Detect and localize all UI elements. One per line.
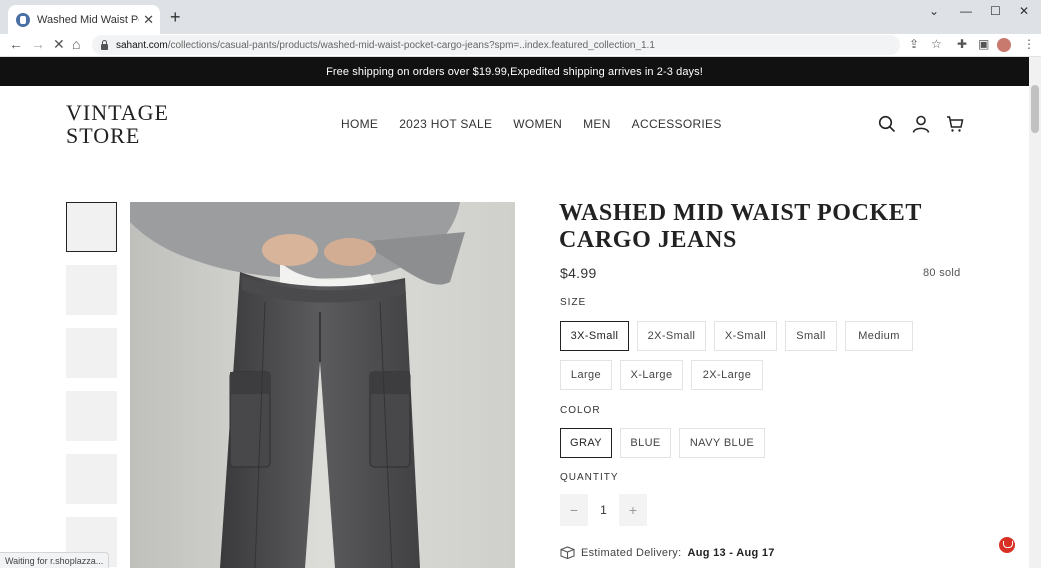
profile-avatar[interactable]	[997, 38, 1011, 52]
cart-icon[interactable]	[946, 115, 964, 138]
package-icon	[560, 546, 575, 559]
nav-men[interactable]: MEN	[583, 117, 611, 131]
size-option-x-small[interactable]: X-Small	[714, 321, 777, 351]
product-price: $4.99	[560, 265, 597, 281]
url-text: sahant.com/collections/casual-pants/prod…	[116, 40, 655, 51]
product-title: WASHED MID WAIST POCKET CARGO JEANS	[559, 200, 922, 253]
quantity-input[interactable]: 1	[588, 494, 619, 526]
quantity-decrease-button[interactable]: −	[560, 494, 588, 526]
main-navigation: HOME 2023 HOT SALE WOMEN MEN ACCESSORIES	[341, 117, 722, 131]
size-label: SIZE	[560, 297, 587, 308]
size-option-large[interactable]: Large	[560, 360, 612, 390]
size-option-medium[interactable]: Medium	[845, 321, 913, 351]
minimize-icon[interactable]: —	[960, 4, 972, 18]
color-label: COLOR	[560, 405, 601, 416]
tab-title: Washed Mid Waist Pocket Cargo	[37, 13, 139, 26]
color-option-blue[interactable]: BLUE	[620, 428, 671, 458]
side-panel-icon[interactable]: ▣	[978, 37, 989, 51]
quantity-label: QUANTITY	[560, 472, 619, 483]
sold-count: 80 sold	[923, 267, 961, 279]
size-option-2x-small[interactable]: 2X-Small	[637, 321, 706, 351]
nav-2023-hot-sale[interactable]: 2023 HOT SALE	[399, 117, 492, 131]
product-main-image[interactable]	[130, 202, 515, 568]
maximize-icon[interactable]: ☐	[990, 4, 1001, 18]
forward-icon[interactable]: →	[31, 36, 45, 52]
gallery-thumbnail[interactable]	[66, 328, 117, 378]
size-option-small[interactable]: Small	[785, 321, 837, 351]
nav-women[interactable]: WOMEN	[513, 117, 562, 131]
store-logo[interactable]: VINTAGE STORE	[66, 101, 169, 147]
stop-loading-icon[interactable]: ✕	[53, 36, 65, 53]
lock-icon[interactable]	[100, 40, 109, 50]
new-tab-icon[interactable]: +	[170, 7, 181, 28]
tab-close-icon[interactable]: ✕	[143, 12, 154, 28]
home-icon[interactable]: ⌂	[72, 36, 80, 52]
delivery-label: Estimated Delivery:	[581, 546, 682, 559]
nav-accessories[interactable]: ACCESSORIES	[632, 117, 722, 131]
promo-banner: Free shipping on orders over $19.99,Expe…	[0, 57, 1029, 86]
search-icon[interactable]	[878, 115, 896, 138]
extensions-icon[interactable]: ✚	[957, 37, 967, 51]
tab-search-icon[interactable]: ⌄	[929, 4, 939, 18]
size-option-2x-large[interactable]: 2X-Large	[691, 360, 763, 390]
share-icon[interactable]: ⇪	[909, 37, 919, 51]
gallery-thumbnail[interactable]	[66, 265, 117, 315]
color-option-navy-blue[interactable]: NAVY BLUE	[679, 428, 765, 458]
account-icon[interactable]	[912, 115, 930, 138]
browser-status-text: Waiting for r.shoplazza...	[0, 552, 110, 568]
browser-tab[interactable]: Washed Mid Waist Pocket Cargo ✕	[8, 5, 160, 34]
chat-icon[interactable]	[999, 537, 1015, 553]
site-favicon-icon	[16, 12, 30, 27]
delivery-dates: Aug 13 - Aug 17	[687, 546, 775, 559]
quantity-stepper: − 1 +	[560, 494, 647, 526]
gallery-thumbnail[interactable]	[66, 391, 117, 441]
quantity-increase-button[interactable]: +	[619, 494, 647, 526]
url-path: /collections/casual-pants/products/washe…	[167, 39, 655, 51]
browser-toolbar: ← → ✕ ⌂ sahant.com/collections/casual-pa…	[0, 34, 1041, 57]
bookmark-star-icon[interactable]: ☆	[931, 37, 942, 51]
size-option-x-large[interactable]: X-Large	[620, 360, 683, 390]
window-close-icon[interactable]: ✕	[1019, 4, 1029, 18]
address-bar[interactable]: sahant.com/collections/casual-pants/prod…	[92, 35, 900, 55]
scrollbar-track[interactable]	[1029, 57, 1041, 568]
browser-menu-icon[interactable]: ⋮	[1023, 37, 1035, 51]
gallery-thumbnail[interactable]	[66, 202, 117, 252]
gallery-thumbnail[interactable]	[66, 454, 117, 504]
logo-line-1: VINTAGE	[66, 100, 169, 125]
estimated-delivery: Estimated Delivery: Aug 13 - Aug 17	[560, 546, 775, 559]
scrollbar-thumb[interactable]	[1031, 85, 1039, 133]
url-host: sahant.com	[116, 39, 168, 51]
size-option-3x-small[interactable]: 3X-Small	[560, 321, 629, 351]
browser-tab-bar: Washed Mid Waist Pocket Cargo ✕ + ⌄ — ☐ …	[0, 0, 1041, 34]
back-icon[interactable]: ←	[9, 36, 23, 52]
logo-line-2: STORE	[66, 123, 141, 148]
nav-home[interactable]: HOME	[341, 117, 378, 131]
color-option-gray[interactable]: GRAY	[560, 428, 612, 458]
